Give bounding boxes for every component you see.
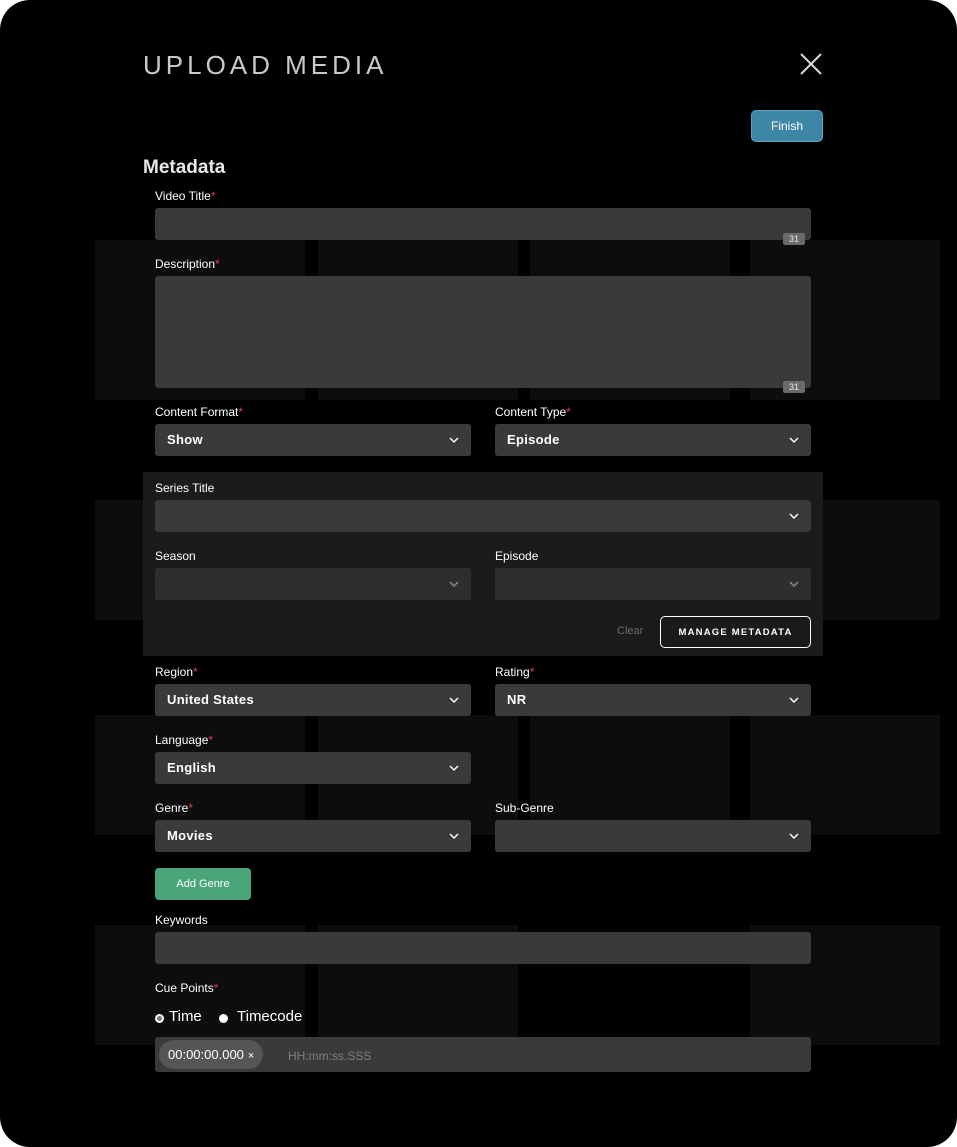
series-title-select[interactable]	[155, 500, 811, 532]
time-radio-label[interactable]: Time	[169, 1008, 202, 1025]
language-value: English	[167, 760, 217, 775]
video-title-input[interactable]	[155, 208, 811, 240]
time-radio[interactable]	[155, 1014, 164, 1023]
chevron-down-icon	[789, 437, 799, 444]
remove-chip-icon[interactable]: ×	[248, 1050, 254, 1062]
content-type-label-text: Content Type	[495, 405, 567, 419]
content-format-label: Content Format*	[155, 405, 243, 419]
rating-value: NR	[507, 692, 527, 707]
video-title-label: Video Title*	[155, 189, 216, 203]
required-mark: *	[215, 257, 220, 271]
timecode-radio[interactable]	[219, 1014, 228, 1023]
required-mark: *	[213, 981, 219, 995]
chevron-down-icon	[789, 513, 799, 520]
series-title-label: Series Title	[155, 481, 215, 495]
keywords-label: Keywords	[155, 913, 208, 927]
modal-window: UPLOAD MEDIA Finish Metadata Video Title…	[0, 0, 957, 1147]
rating-label: Rating*	[495, 665, 534, 679]
modal-title: UPLOAD MEDIA	[143, 50, 388, 80]
genre-select[interactable]: Movies	[155, 820, 471, 852]
required-mark: *	[238, 405, 244, 419]
season-select[interactable]	[155, 568, 471, 600]
chevron-down-icon	[789, 581, 799, 588]
genre-label: Genre*	[155, 801, 193, 815]
required-mark: *	[529, 665, 535, 679]
content-type-select[interactable]: Episode	[495, 424, 811, 456]
clear-button[interactable]: Clear	[617, 625, 643, 637]
required-mark: *	[188, 801, 194, 815]
chevron-down-icon	[449, 581, 459, 588]
background-tile	[530, 715, 730, 835]
language-label-text: Language	[155, 733, 209, 747]
required-mark: *	[566, 405, 571, 419]
region-label: Region*	[155, 665, 198, 679]
required-mark: *	[208, 733, 214, 747]
cue-point-input[interactable]	[286, 1040, 800, 1071]
rating-label-text: Rating	[495, 665, 530, 679]
timecode-radio-label[interactable]: Timecode	[237, 1008, 302, 1025]
cue-point-chip: 00:00:00.000 ×	[159, 1040, 264, 1069]
section-heading: Metadata	[143, 157, 226, 178]
chevron-down-icon	[789, 697, 799, 704]
description-textarea[interactable]	[155, 276, 811, 388]
content-format-select[interactable]: Show	[155, 424, 471, 456]
genre-value: Movies	[167, 828, 213, 843]
cue-points-label-text: Cue Points	[155, 981, 214, 995]
description-label-text: Description	[155, 257, 216, 271]
close-icon[interactable]	[798, 51, 824, 77]
content-format-label-text: Content Format	[155, 405, 239, 419]
background-tile	[750, 715, 940, 835]
video-title-label-text: Video Title	[155, 189, 211, 203]
chevron-down-icon	[449, 765, 459, 772]
cue-points-field: 00:00:00.000 ×	[155, 1037, 811, 1072]
language-label: Language*	[155, 733, 213, 747]
content-type-value: Episode	[507, 432, 560, 447]
video-title-char-counter: 31	[783, 233, 805, 245]
cue-point-chip-value: 00:00:00.000	[168, 1047, 244, 1062]
content-type-label: Content Type*	[495, 405, 571, 419]
language-select[interactable]: English	[155, 752, 471, 784]
genre-label-text: Genre	[155, 801, 189, 815]
chevron-down-icon	[449, 437, 459, 444]
content-format-value: Show	[167, 432, 203, 447]
sub-genre-label: Sub-Genre	[495, 801, 554, 815]
keywords-input[interactable]	[155, 932, 811, 964]
required-mark: *	[210, 189, 216, 203]
chevron-down-icon	[449, 833, 459, 840]
manage-metadata-button[interactable]: MANAGE METADATA	[660, 616, 811, 648]
description-label: Description*	[155, 257, 220, 271]
sub-genre-select[interactable]	[495, 820, 811, 852]
region-value: United States	[167, 692, 254, 707]
cue-points-label: Cue Points*	[155, 981, 218, 995]
region-label-text: Region	[155, 665, 194, 679]
required-mark: *	[193, 665, 198, 679]
region-select[interactable]: United States	[155, 684, 471, 716]
season-label: Season	[155, 549, 196, 563]
rating-select[interactable]: NR	[495, 684, 811, 716]
add-genre-button[interactable]: Add Genre	[155, 868, 251, 900]
description-char-counter: 31	[783, 381, 805, 393]
episode-label: Episode	[495, 549, 539, 563]
chevron-down-icon	[449, 697, 459, 704]
chevron-down-icon	[789, 833, 799, 840]
finish-button[interactable]: Finish	[751, 110, 823, 142]
episode-select[interactable]	[495, 568, 811, 600]
